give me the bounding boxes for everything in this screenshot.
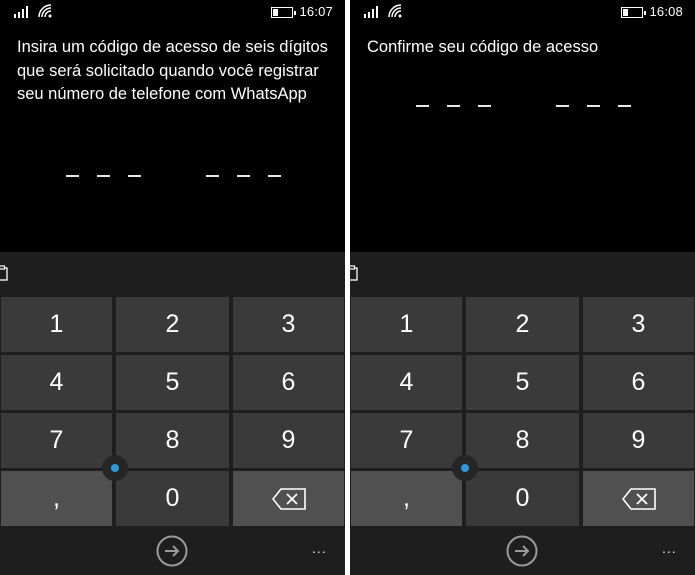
passcode-digit-slot xyxy=(416,105,429,107)
key-9[interactable]: 9 xyxy=(233,413,344,468)
wifi-icon xyxy=(38,4,52,18)
more-options-button[interactable]: ... xyxy=(662,540,677,556)
backspace-icon xyxy=(621,487,656,510)
key-4[interactable]: 4 xyxy=(1,355,112,410)
passcode-digit-slot xyxy=(556,105,569,107)
status-bar: 16:08 xyxy=(350,0,695,24)
battery-icon xyxy=(271,7,296,18)
passcode-digit-slot xyxy=(587,105,600,107)
key-2[interactable]: 2 xyxy=(116,297,229,352)
passcode-digit-slot xyxy=(237,175,250,177)
passcode-digit-slot xyxy=(268,175,281,177)
key-3[interactable]: 3 xyxy=(233,297,344,352)
backspace-key[interactable] xyxy=(233,471,344,526)
arrow-right-circle-icon[interactable] xyxy=(506,535,538,567)
key-1[interactable]: 1 xyxy=(351,297,462,352)
key-4[interactable]: 4 xyxy=(351,355,462,410)
battery-icon xyxy=(621,7,646,18)
key-7[interactable]: 7 xyxy=(351,413,462,468)
signal-icon xyxy=(14,6,30,18)
passcode-digit-slot xyxy=(447,105,460,107)
key-6[interactable]: 6 xyxy=(233,355,344,410)
signal-icon xyxy=(364,6,380,18)
passcode-digit-slot xyxy=(206,175,219,177)
passcode-digit-slot xyxy=(478,105,491,107)
clipboard-icon[interactable] xyxy=(350,265,358,281)
keyboard-toolbar xyxy=(0,252,345,295)
key-9[interactable]: 9 xyxy=(583,413,694,468)
key-8[interactable]: 8 xyxy=(116,413,229,468)
passcode-field[interactable] xyxy=(66,175,306,195)
key-1[interactable]: 1 xyxy=(1,297,112,352)
passcode-digit-slot xyxy=(66,175,79,177)
phone-screen-right: 16:08 Confirme seu código de acesso 1 2 … xyxy=(350,0,695,575)
passcode-digit-slot xyxy=(618,105,631,107)
passcode-prompt: Insira um código de acesso de seis dígit… xyxy=(17,38,328,103)
confirm-passcode-field[interactable] xyxy=(416,105,656,125)
status-bar: 16:07 xyxy=(0,0,345,24)
key-0[interactable]: 0 xyxy=(466,471,579,526)
numeric-keyboard: 1 2 3 4 5 6 7 8 9 , 0 ... xyxy=(0,252,345,575)
backspace-icon xyxy=(271,487,306,510)
phone-screen-left: 16:07 Insira um código de acesso de seis… xyxy=(0,0,345,575)
key-8[interactable]: 8 xyxy=(466,413,579,468)
key-comma[interactable]: , xyxy=(351,471,462,526)
status-time: 16:07 xyxy=(299,4,333,19)
key-7[interactable]: 7 xyxy=(1,413,112,468)
key-5[interactable]: 5 xyxy=(116,355,229,410)
key-5[interactable]: 5 xyxy=(466,355,579,410)
key-6[interactable]: 6 xyxy=(583,355,694,410)
key-0[interactable]: 0 xyxy=(116,471,229,526)
key-3[interactable]: 3 xyxy=(583,297,694,352)
wifi-icon xyxy=(388,4,402,18)
clipboard-icon[interactable] xyxy=(0,265,8,281)
key-comma[interactable]: , xyxy=(1,471,112,526)
passcode-digit-slot xyxy=(128,175,141,177)
backspace-key[interactable] xyxy=(583,471,694,526)
more-options-button[interactable]: ... xyxy=(312,540,327,556)
text-cursor-icon[interactable] xyxy=(452,455,478,481)
confirm-passcode-prompt: Confirme seu código de acesso xyxy=(367,38,599,56)
key-2[interactable]: 2 xyxy=(466,297,579,352)
keyboard-toolbar xyxy=(350,252,695,295)
status-time: 16:08 xyxy=(649,4,683,19)
arrow-right-circle-icon[interactable] xyxy=(156,535,188,567)
passcode-digit-slot xyxy=(97,175,110,177)
text-cursor-icon[interactable] xyxy=(102,455,128,481)
numeric-keyboard: 1 2 3 4 5 6 7 8 9 , 0 ... xyxy=(350,252,695,575)
